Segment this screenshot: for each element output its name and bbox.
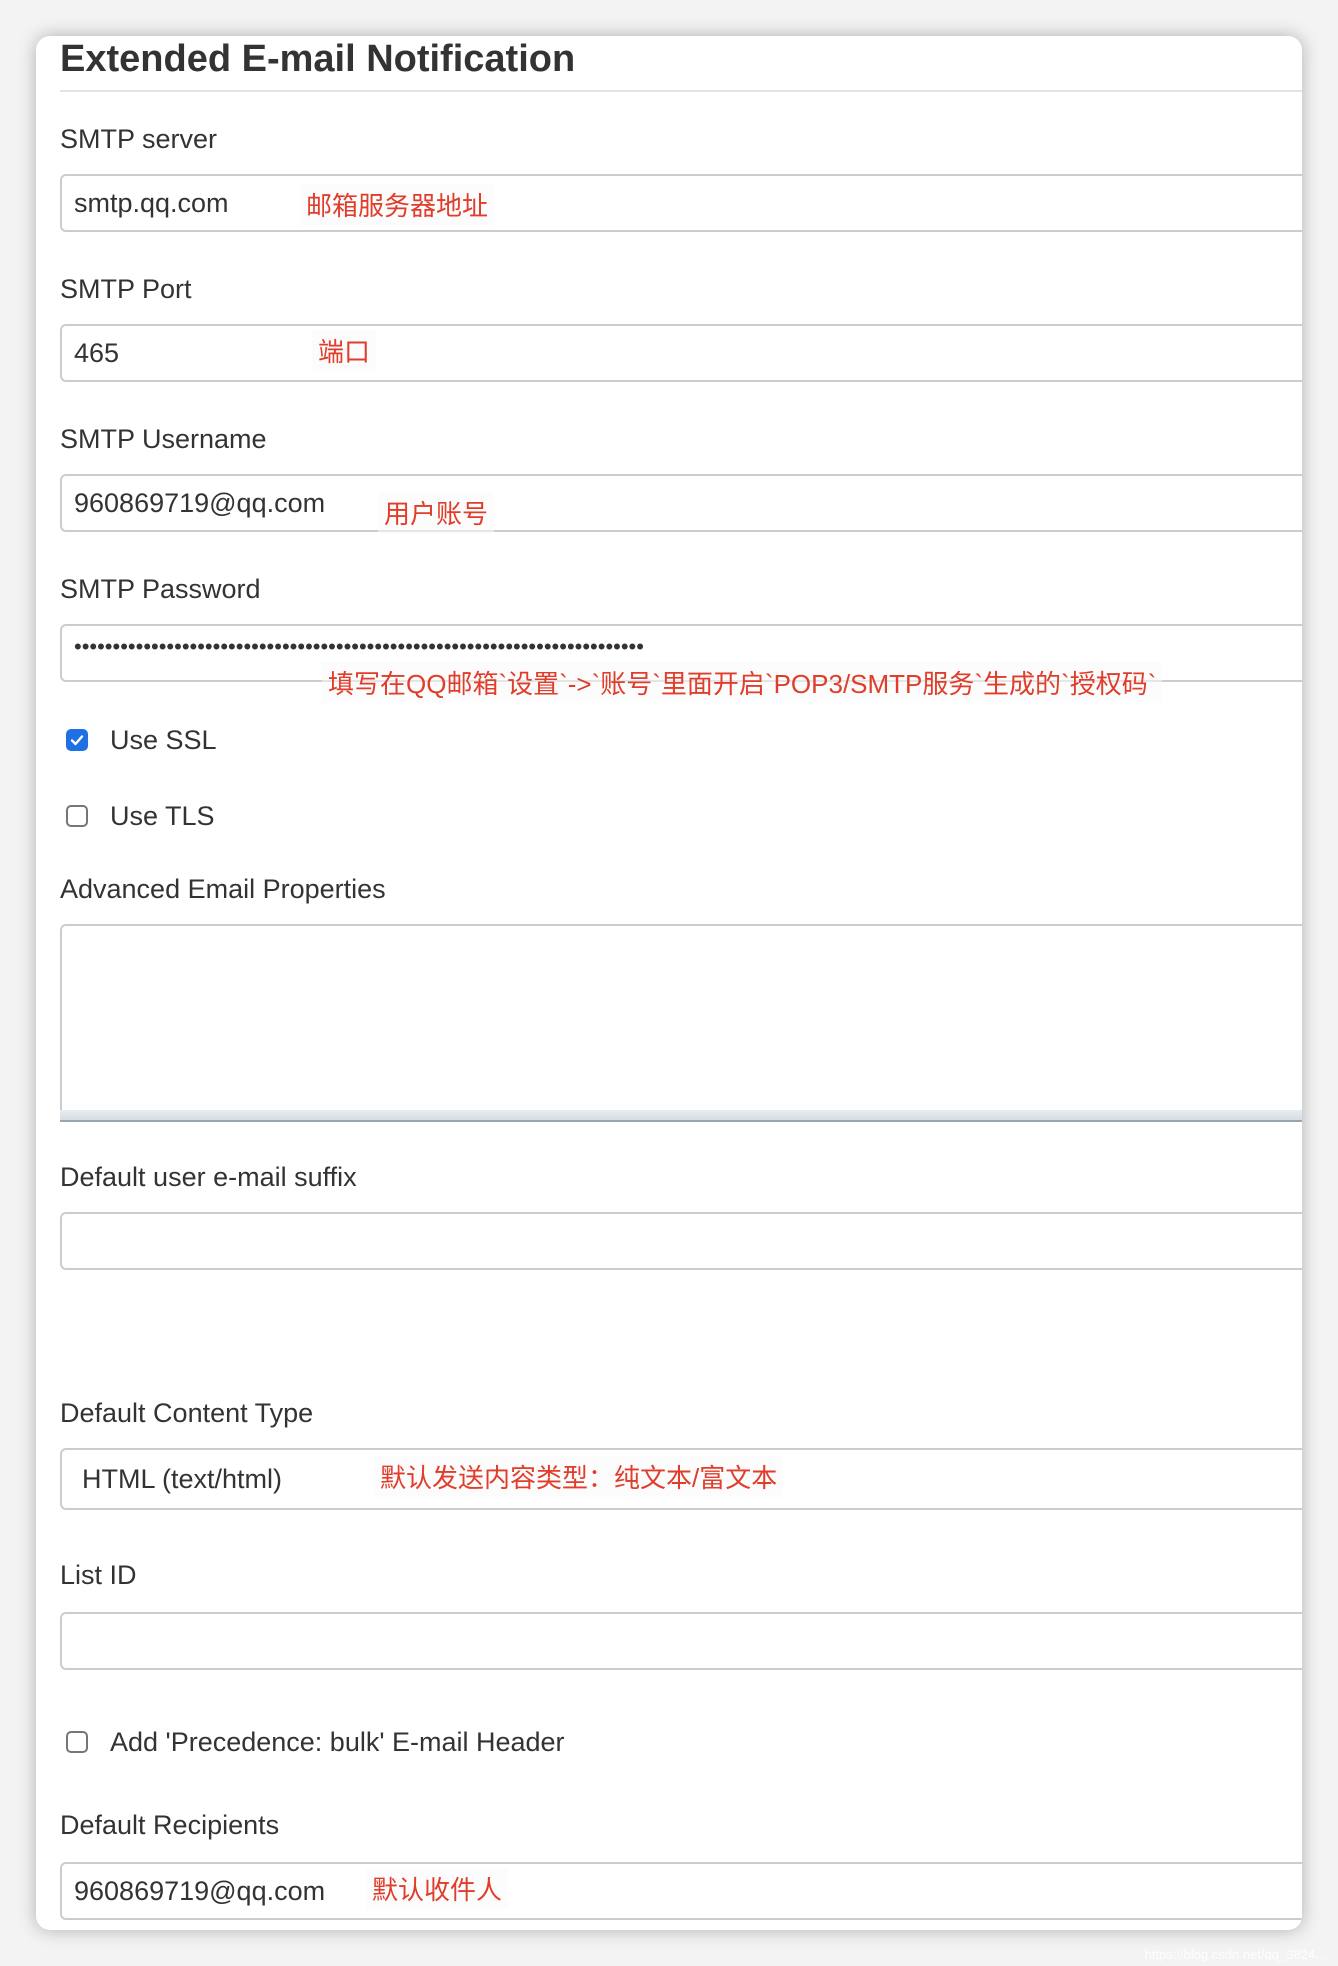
precedence-bulk-checkbox[interactable] bbox=[66, 1731, 88, 1753]
use-tls-checkbox[interactable] bbox=[66, 805, 88, 827]
smtp-port-annotation: 端口 bbox=[312, 330, 377, 371]
smtp-username-annotation: 用户账号 bbox=[378, 492, 495, 533]
default-suffix-label: Default user e-mail suffix bbox=[60, 1162, 357, 1192]
use-ssl-label: Use SSL bbox=[110, 724, 217, 755]
default-recipients-annotation: 默认收件人 bbox=[366, 1868, 509, 1909]
smtp-password-value: ••••••••••••••••••••••••••••••••••••••••… bbox=[74, 634, 644, 659]
advanced-properties-label: Advanced Email Properties bbox=[60, 874, 386, 904]
list-id-input[interactable] bbox=[60, 1612, 1302, 1670]
smtp-server-value: smtp.qq.com bbox=[74, 188, 229, 218]
default-recipients-label: Default Recipients bbox=[60, 1810, 280, 1840]
smtp-username-value: 960869719@qq.com bbox=[74, 488, 326, 518]
smtp-password-annotation: 填写在QQ邮箱`设置`->`账号`里面开启`POP3/SMTP服务`生成的`授权… bbox=[322, 662, 1163, 703]
section-title: Extended E-mail Notification bbox=[60, 38, 576, 80]
precedence-bulk-label: Add 'Precedence: bulk' E-mail Header bbox=[110, 1726, 565, 1757]
smtp-username-label: SMTP Username bbox=[60, 424, 267, 454]
use-tls-row[interactable]: Use TLS bbox=[66, 798, 215, 834]
checkmark-icon bbox=[70, 735, 84, 746]
smtp-username-input[interactable]: 960869719@qq.com bbox=[60, 474, 1302, 532]
smtp-port-input[interactable]: 465 bbox=[60, 324, 1302, 382]
smtp-server-input[interactable]: smtp.qq.com bbox=[60, 174, 1302, 232]
title-divider bbox=[60, 90, 1302, 92]
use-ssl-checkbox[interactable] bbox=[66, 729, 88, 751]
default-recipients-input[interactable]: 960869719@qq.com bbox=[60, 1862, 1302, 1920]
textarea-resize-handle[interactable] bbox=[60, 1110, 1302, 1122]
default-content-type-value: HTML (text/html) bbox=[82, 1464, 283, 1494]
smtp-port-label: SMTP Port bbox=[60, 274, 192, 304]
default-suffix-input[interactable] bbox=[60, 1212, 1302, 1270]
settings-panel: Extended E-mail Notification SMTP server… bbox=[36, 36, 1302, 1930]
default-content-type-label: Default Content Type bbox=[60, 1398, 314, 1428]
precedence-bulk-row[interactable]: Add 'Precedence: bulk' E-mail Header bbox=[66, 1724, 565, 1760]
use-tls-label: Use TLS bbox=[110, 800, 215, 831]
smtp-password-label: SMTP Password bbox=[60, 574, 261, 604]
smtp-server-annotation: 邮箱服务器地址 bbox=[300, 184, 495, 225]
watermark-text: https://blog.csdn.net/qq_3824... bbox=[1144, 1947, 1326, 1962]
default-content-type-annotation: 默认发送内容类型：纯文本/富文本 bbox=[374, 1456, 784, 1497]
list-id-label: List ID bbox=[60, 1560, 137, 1590]
use-ssl-row[interactable]: Use SSL bbox=[66, 722, 217, 758]
smtp-server-label: SMTP server bbox=[60, 124, 218, 154]
default-recipients-value: 960869719@qq.com bbox=[74, 1876, 326, 1906]
advanced-properties-textarea[interactable] bbox=[60, 924, 1302, 1118]
smtp-port-value: 465 bbox=[74, 338, 120, 368]
